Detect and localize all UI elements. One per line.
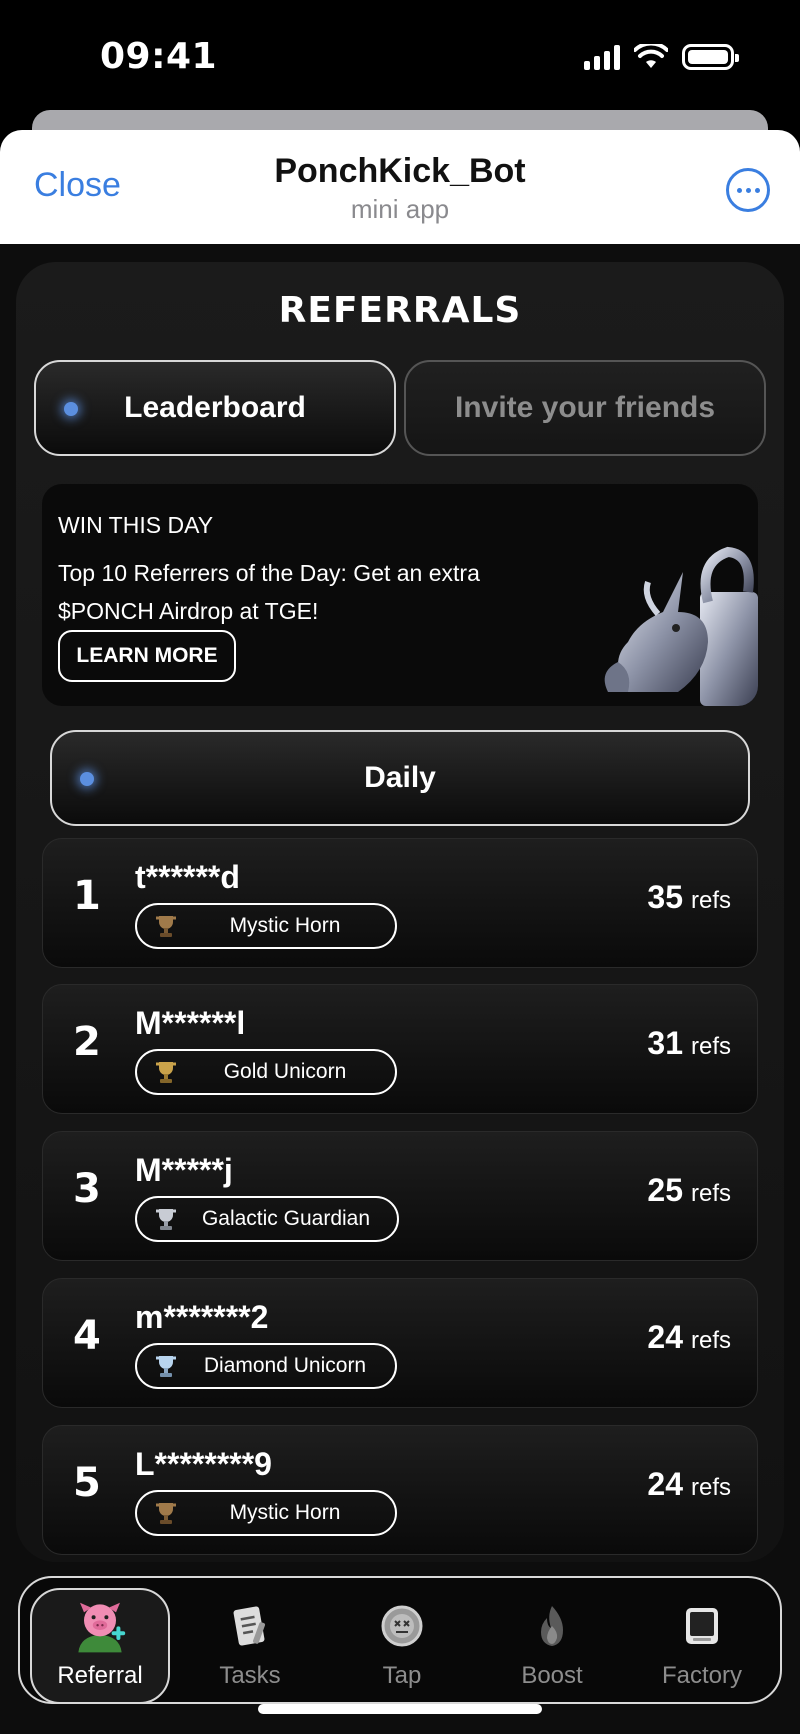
bronze-trophy-icon xyxy=(151,1498,181,1528)
leaderboard-row: 4 m*******2 Diamond Unicorn 24 refs xyxy=(42,1278,758,1408)
nav-item-tap[interactable]: Tap xyxy=(332,1586,472,1702)
bot-name: PonchKick_Bot xyxy=(274,152,526,190)
tab-label: Invite your friends xyxy=(454,391,716,424)
pig-mascot-icon xyxy=(72,1598,128,1654)
refs-count: 31 refs xyxy=(647,1025,731,1062)
nav-label: Referral xyxy=(57,1662,143,1689)
refs-number: 24 xyxy=(647,1319,683,1355)
active-indicator-dot xyxy=(80,772,94,786)
refs-unit: refs xyxy=(690,887,731,914)
flame-icon xyxy=(524,1598,580,1654)
refs-unit: refs xyxy=(690,1180,731,1207)
username: L********9 xyxy=(135,1446,272,1482)
refs-unit: refs xyxy=(690,1033,731,1060)
promo-text: Top 10 Referrers of the Day: Get an extr… xyxy=(58,560,480,624)
bronze-trophy-icon xyxy=(151,911,181,941)
leaderboard-row: 3 M*****j Galactic Guardian 25 refs xyxy=(42,1131,758,1261)
rank-number: 3 xyxy=(73,1166,101,1212)
promo-label: WIN THIS DAY xyxy=(58,512,214,538)
coin-icon xyxy=(374,1598,430,1654)
unicorn-trophy-icon xyxy=(604,546,758,706)
refs-number: 35 xyxy=(647,879,683,915)
period-selector-daily[interactable]: Daily xyxy=(50,730,750,826)
page-title: REFERRALS xyxy=(278,290,522,331)
nav-item-factory[interactable]: Factory xyxy=(632,1586,772,1702)
badge-label: Gold Unicorn xyxy=(223,1060,347,1083)
rank-number: 4 xyxy=(73,1313,101,1359)
tab-invite-friends[interactable]: Invite your friends xyxy=(404,360,766,456)
silver-trophy-icon xyxy=(151,1204,181,1234)
refs-count: 25 refs xyxy=(647,1172,731,1209)
learn-more-button[interactable]: LEARN MORE xyxy=(58,630,236,682)
active-indicator-dot xyxy=(64,402,78,416)
nav-label: Boost xyxy=(521,1662,583,1689)
nav-item-boost[interactable]: Boost xyxy=(482,1586,622,1702)
badge-label: Mystic Horn xyxy=(229,914,341,937)
nav-label: Tap xyxy=(382,1662,422,1689)
home-indicator[interactable] xyxy=(258,1704,542,1714)
bot-subtitle: mini app xyxy=(350,194,450,224)
rank-number: 1 xyxy=(73,873,101,919)
rank-badge: Galactic Guardian xyxy=(135,1196,399,1242)
rank-number: 5 xyxy=(73,1460,101,1506)
device-icon xyxy=(674,1598,730,1654)
rank-badge: Gold Unicorn xyxy=(135,1049,397,1095)
ellipsis-icon xyxy=(736,187,742,193)
rank-badge: Diamond Unicorn xyxy=(135,1343,397,1389)
badge-label: Galactic Guardian xyxy=(201,1207,371,1230)
tab-label: Leaderboard xyxy=(124,391,306,424)
period-label: Daily xyxy=(364,761,436,794)
nav-item-tasks[interactable]: Tasks xyxy=(180,1586,320,1702)
status-time: 09:41 xyxy=(100,36,218,77)
username: M*****j xyxy=(135,1152,233,1188)
refs-unit: refs xyxy=(690,1327,731,1354)
tab-leaderboard[interactable]: Leaderboard xyxy=(34,360,396,456)
refs-number: 24 xyxy=(647,1466,683,1502)
clipboard-icon xyxy=(222,1598,278,1654)
badge-label: Diamond Unicorn xyxy=(203,1354,367,1377)
refs-unit: refs xyxy=(690,1474,731,1501)
nav-label: Tasks xyxy=(219,1662,281,1689)
status-bar: 09:41 xyxy=(0,0,800,110)
bottom-navigation: Referral Tasks Tap Boost Factory xyxy=(18,1576,782,1704)
leaderboard-row: 5 L********9 Mystic Horn 24 refs xyxy=(42,1425,758,1555)
more-options-button[interactable] xyxy=(726,168,770,212)
refs-count: 24 refs xyxy=(647,1319,731,1356)
username: t******d xyxy=(135,859,240,895)
promo-card: WIN THIS DAY Top 10 Referrers of the Day… xyxy=(42,484,758,706)
rank-number: 2 xyxy=(73,1019,101,1065)
battery-icon xyxy=(682,44,739,70)
leaderboard-row: 1 t******d Mystic Horn 35 refs xyxy=(42,838,758,968)
badge-label: Mystic Horn xyxy=(229,1501,341,1524)
nav-item-referral[interactable]: Referral xyxy=(30,1588,170,1704)
nav-label: Factory xyxy=(661,1662,742,1689)
telegram-header: Close PonchKick_Bot mini app xyxy=(0,130,800,244)
cellular-signal-icon xyxy=(584,44,620,70)
username: m*******2 xyxy=(135,1299,269,1335)
refs-count: 35 refs xyxy=(647,879,731,916)
rank-badge: Mystic Horn xyxy=(135,1490,397,1536)
diamond-trophy-icon xyxy=(151,1351,181,1381)
gold-trophy-icon xyxy=(151,1057,181,1087)
username: M******l xyxy=(135,1005,246,1041)
refs-count: 24 refs xyxy=(647,1466,731,1503)
wifi-icon xyxy=(634,44,668,68)
refs-number: 31 xyxy=(647,1025,683,1061)
refs-number: 25 xyxy=(647,1172,683,1208)
rank-badge: Mystic Horn xyxy=(135,903,397,949)
leaderboard-row: 2 M******l Gold Unicorn 31 refs xyxy=(42,984,758,1114)
status-icons xyxy=(584,44,739,70)
